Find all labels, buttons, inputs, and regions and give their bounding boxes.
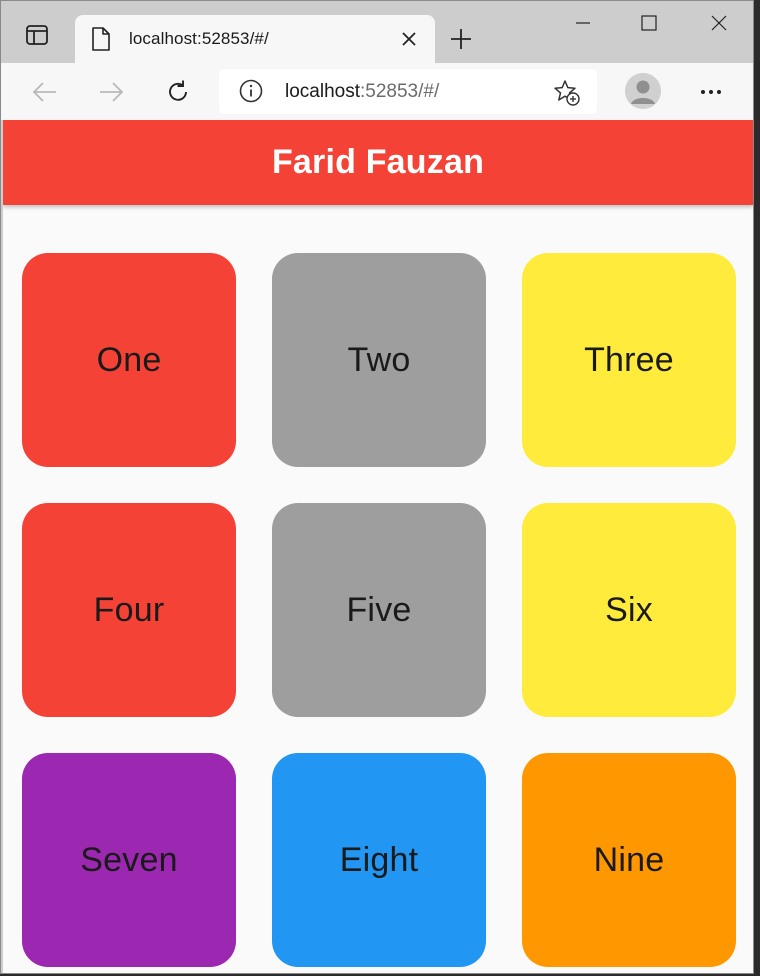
window-close-button[interactable]	[699, 7, 739, 39]
tile-two[interactable]: Two	[272, 253, 486, 467]
address-path: :52853/#/	[360, 81, 440, 102]
plus-icon	[451, 29, 471, 49]
tile-label: Eight	[339, 840, 419, 879]
close-icon	[402, 32, 416, 46]
info-icon[interactable]	[239, 79, 263, 103]
tile-three[interactable]: Three	[522, 253, 736, 467]
refresh-icon	[169, 80, 187, 101]
tile-grid: One Two Three Four Five Six Seven Eight …	[22, 253, 736, 967]
app-bar: Farid Fauzan	[3, 120, 753, 205]
page-viewport: Farid Fauzan One Two Three Four Five Six…	[3, 120, 753, 973]
more-button[interactable]	[693, 77, 729, 107]
tile-four[interactable]: Four	[22, 503, 236, 717]
browser-toolbar: localhost:52853/#/	[1, 63, 753, 120]
browser-window: localhost:52853/#/ localhost:52853/#/ Fa…	[0, 0, 754, 974]
address-bar[interactable]: localhost:52853/#/	[219, 69, 597, 114]
star-add-icon[interactable]	[553, 79, 581, 107]
window-close-icon	[711, 15, 727, 31]
browser-tab[interactable]: localhost:52853/#/	[75, 15, 435, 63]
app-title: Farid Fauzan	[271, 143, 485, 181]
arrow-left-icon	[32, 82, 56, 102]
minimize-button[interactable]	[563, 7, 603, 39]
address-url[interactable]: localhost:52853/#/	[285, 81, 439, 103]
tile-eight[interactable]: Eight	[272, 753, 486, 967]
tab-actions-button[interactable]	[15, 17, 59, 57]
tile-label: Five	[346, 590, 412, 629]
tile-label: Six	[605, 590, 653, 629]
tab-strip: localhost:52853/#/	[1, 1, 753, 63]
tile-six[interactable]: Six	[522, 503, 736, 717]
tile-nine[interactable]: Nine	[522, 753, 736, 967]
refresh-button[interactable]	[159, 73, 197, 111]
profile-avatar[interactable]	[625, 73, 661, 109]
tile-five[interactable]: Five	[272, 503, 486, 717]
tab-title: localhost:52853/#/	[129, 29, 269, 48]
more-icon	[701, 90, 721, 94]
tile-label: Two	[347, 340, 411, 379]
back-button[interactable]	[26, 73, 64, 111]
tile-label: Seven	[80, 840, 178, 879]
maximize-button[interactable]	[629, 7, 669, 39]
tab-close-button[interactable]	[397, 27, 421, 51]
avatar-icon	[625, 73, 661, 109]
address-host: localhost	[285, 81, 360, 102]
tile-seven[interactable]: Seven	[22, 753, 236, 967]
tile-label: Three	[584, 340, 674, 379]
tile-label: Four	[93, 590, 165, 629]
tile-label: One	[96, 340, 162, 379]
minimize-icon	[576, 22, 590, 24]
file-icon	[91, 27, 111, 51]
tab-actions-icon	[26, 24, 48, 50]
arrow-right-icon	[100, 82, 124, 102]
tile-label: Nine	[593, 840, 665, 879]
maximize-icon	[641, 15, 657, 31]
forward-button[interactable]	[92, 73, 130, 111]
new-tab-button[interactable]	[447, 25, 475, 53]
tile-one[interactable]: One	[22, 253, 236, 467]
